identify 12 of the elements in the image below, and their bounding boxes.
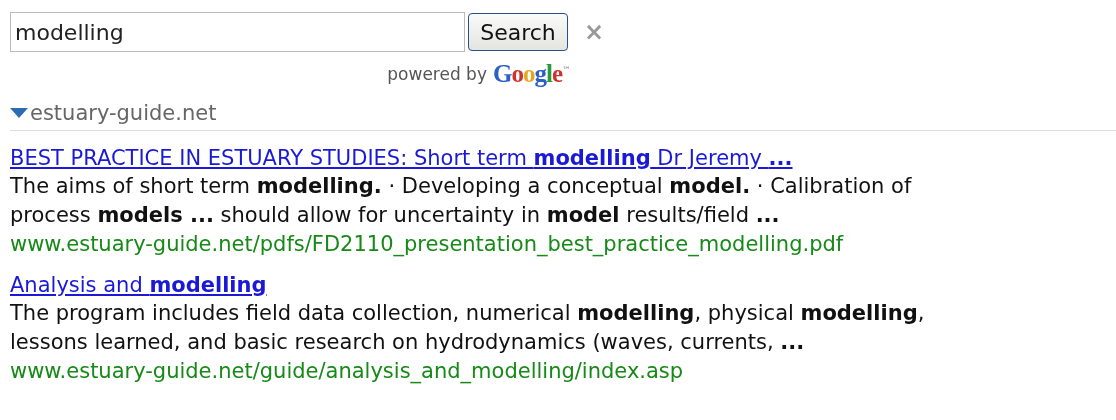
result-link[interactable]: Analysis and modelling (10, 271, 267, 299)
result-snippet: The aims of short term modelling. · Developing a conceptual model. · Calibration of process models ... should allow for uncertainty in model results/field ... (10, 173, 913, 229)
powered-by-text: powered by (387, 64, 487, 84)
result-url: www.estuary-guide.net/guide/analysis_and_modelling/index.asp (10, 358, 685, 385)
result-link[interactable]: BEST PRACTICE IN ESTUARY STUDIES: Short term modelling Dr Jeremy ... (10, 144, 793, 172)
result-snippet: The program includes field data collection, numerical modelling, physical modelling, lessons learned, and basic research on hydrodynamics (waves, currents, ... (10, 300, 926, 356)
search-button[interactable]: Search (468, 13, 568, 51)
search-field[interactable]: modelling (10, 12, 465, 52)
site-label: estuary-guide.net (30, 101, 217, 125)
google-logo: Google$^{™}$ (493, 60, 570, 88)
result-url: www.estuary-guide.net/pdfs/FD2110_presentation_best_practice_modelling.pdf (10, 231, 845, 258)
triangle-icon[interactable] (10, 107, 28, 119)
